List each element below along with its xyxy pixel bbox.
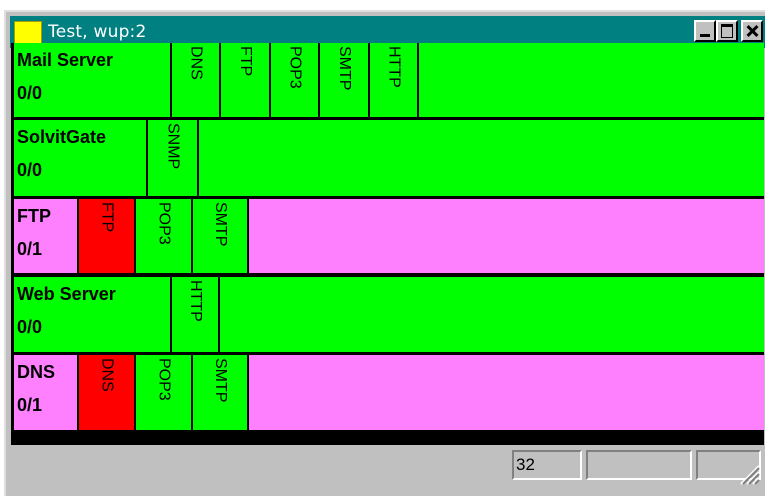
service-cell-http[interactable]: HTTP [172,277,220,352]
host-name: FTP [17,206,51,226]
host-status: 0/1 [17,395,43,415]
maximize-button[interactable] [716,20,738,42]
service-cell-http[interactable]: HTTP [370,43,419,117]
service-cell-ftp[interactable]: FTP [221,43,271,117]
service-cell-smtp[interactable]: SMTP [193,199,249,273]
host-name: DNS [17,362,56,382]
close-button[interactable] [741,20,763,42]
host-name: Web Server [17,284,116,304]
host-status: 0/0 [17,317,43,337]
service-label: HTTP [385,46,403,88]
host-row-mail-server[interactable]: Mail Server 0/0 DNS FTP POP3 SMTP HTTP [14,43,764,117]
host-row-web-server[interactable]: Web Server 0/0 HTTP [14,277,764,352]
host-header[interactable]: FTP 0/1 [14,199,79,273]
resize-grip-icon[interactable] [737,456,761,486]
service-label: SMTP [212,202,229,247]
host-header[interactable]: DNS 0/1 [14,355,79,430]
service-cell-pop3[interactable]: POP3 [136,355,193,430]
service-cell-smtp[interactable]: SMTP [193,355,249,430]
status-bar: 32 [8,446,761,486]
minimize-button[interactable] [694,20,716,42]
service-label: SMTP [212,358,229,403]
service-label: DNS [98,358,116,392]
host-status: 0/0 [17,83,43,103]
service-cell-dns[interactable]: DNS [172,43,221,117]
service-label: FTP [98,202,116,233]
service-label: HTTP [187,280,204,322]
service-label: DNS [187,46,205,80]
status-panel-count: 32 [512,450,582,480]
host-row-solvitgate[interactable]: SolvitGate 0/0 SNMP [14,120,764,196]
service-label: FTP [237,46,254,77]
window-title: Test, wup:2 [48,22,147,42]
host-row-dns[interactable]: DNS 0/1 DNS POP3 SMTP [14,355,764,430]
service-cell-ftp[interactable]: FTP [79,199,136,273]
host-status: 0/0 [17,160,43,180]
service-cell-snmp[interactable]: SNMP [148,120,199,196]
host-header[interactable]: Web Server 0/0 [14,277,172,352]
service-cell-pop3[interactable]: POP3 [271,43,320,117]
host-monitor-grid: Mail Server 0/0 DNS FTP POP3 SMTP HTTP S… [11,43,764,445]
service-label: SMTP [336,46,353,91]
service-cell-dns[interactable]: DNS [79,355,136,430]
service-cell-smtp[interactable]: SMTP [320,43,370,117]
status-panel-2 [586,450,692,480]
window-controls [694,20,763,42]
service-label: SNMP [164,123,182,170]
host-header[interactable]: Mail Server 0/0 [14,43,172,117]
app-icon[interactable] [14,21,42,45]
host-status: 0/1 [17,239,43,259]
host-name: SolvitGate [17,127,107,147]
service-cell-pop3[interactable]: POP3 [136,199,193,273]
host-header[interactable]: SolvitGate 0/0 [14,120,148,196]
host-row-ftp[interactable]: FTP 0/1 FTP POP3 SMTP [14,199,764,273]
service-label: POP3 [155,202,173,245]
host-name: Mail Server [17,50,114,70]
service-label: POP3 [286,46,304,89]
service-label: POP3 [155,358,173,401]
